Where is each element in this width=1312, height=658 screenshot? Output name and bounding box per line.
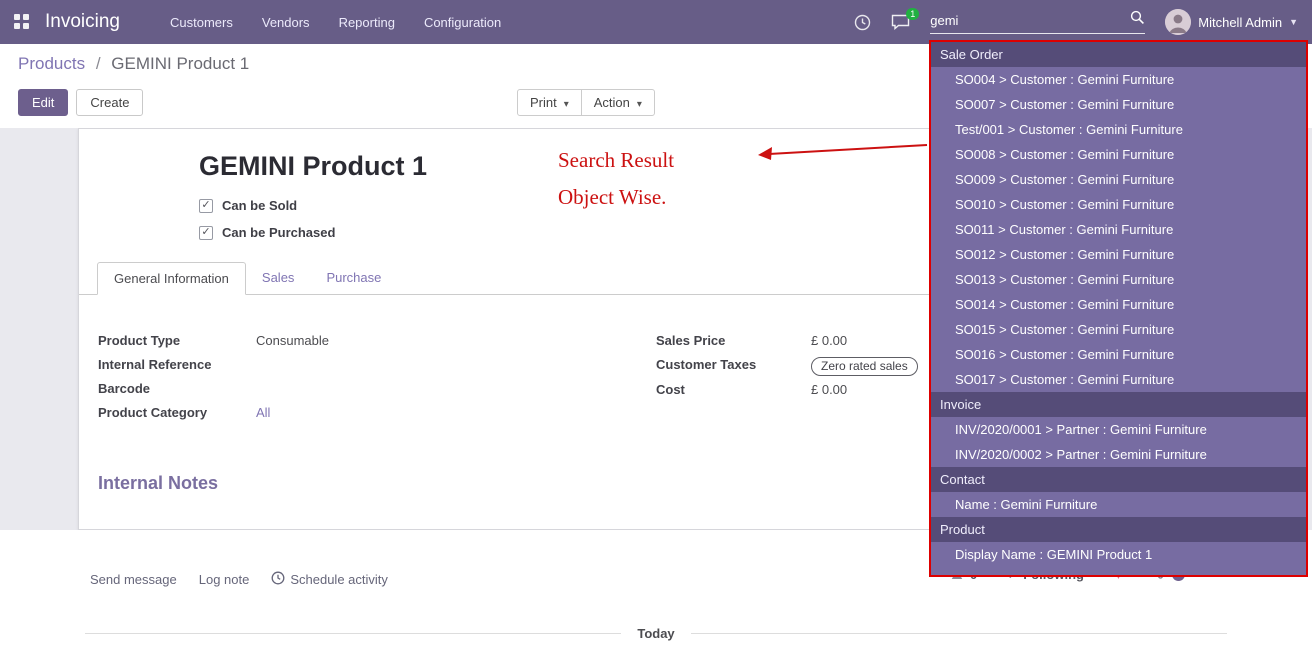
search-result-item[interactable]: SO010 > Customer : Gemini Furniture	[931, 192, 1306, 217]
search-result-item[interactable]: SO014 > Customer : Gemini Furniture	[931, 292, 1306, 317]
messages-chat-icon[interactable]: 1	[891, 14, 910, 30]
search-result-item[interactable]: SO008 > Customer : Gemini Furniture	[931, 142, 1306, 167]
product-category-link[interactable]: All	[256, 405, 270, 420]
customer-taxes-tag[interactable]: Zero rated sales	[811, 357, 918, 376]
search-results-dropdown: Sale Order SO004 > Customer : Gemini Fur…	[929, 40, 1308, 577]
tab-purchase[interactable]: Purchase	[310, 262, 397, 295]
chevron-down-icon	[564, 95, 569, 110]
menu-configuration[interactable]: Configuration	[424, 15, 501, 30]
search-result-item[interactable]: SO012 > Customer : Gemini Furniture	[931, 242, 1306, 267]
field-product-category: Product Category All	[98, 405, 656, 423]
search-result-item[interactable]: SO013 > Customer : Gemini Furniture	[931, 267, 1306, 292]
search-result-item[interactable]: Name : Gemini Furniture	[931, 492, 1306, 517]
field-product-type: Product Type Consumable	[98, 333, 656, 351]
can-be-sold-checkbox[interactable]	[199, 199, 213, 213]
action-button[interactable]: Action	[581, 89, 655, 116]
breadcrumb-products[interactable]: Products	[18, 54, 85, 73]
activities-clock-icon[interactable]	[854, 14, 871, 31]
tab-general-information[interactable]: General Information	[97, 262, 246, 295]
field-barcode: Barcode	[98, 381, 656, 399]
user-avatar	[1165, 9, 1191, 35]
edit-button[interactable]: Edit	[18, 89, 68, 116]
send-message-button[interactable]: Send message	[90, 572, 177, 587]
today-divider: Today	[85, 626, 1227, 641]
search-result-item[interactable]: Test/001 > Customer : Gemini Furniture	[931, 117, 1306, 142]
search-result-item[interactable]: Display Name : GEMINI Product 1	[931, 542, 1306, 567]
can-be-sold-label: Can be Sold	[222, 198, 297, 213]
can-be-purchased-label: Can be Purchased	[222, 225, 335, 240]
chevron-down-icon: ▼	[1289, 17, 1298, 27]
create-button[interactable]: Create	[76, 89, 143, 116]
schedule-activity-button[interactable]: Schedule activity	[271, 571, 388, 588]
user-name: Mitchell Admin	[1198, 15, 1282, 30]
breadcrumb: Products / GEMINI Product 1	[18, 54, 249, 74]
can-be-purchased-checkbox[interactable]	[199, 226, 213, 240]
search-result-item[interactable]: SO017 > Customer : Gemini Furniture	[931, 367, 1306, 392]
search-result-item[interactable]: INV/2020/0001 > Partner : Gemini Furnitu…	[931, 417, 1306, 442]
menu-vendors[interactable]: Vendors	[262, 15, 310, 30]
annotation-arrow	[755, 136, 933, 164]
search-group-invoice: Invoice	[931, 392, 1306, 417]
messages-count-badge: 1	[906, 8, 919, 20]
app-name[interactable]: Invoicing	[45, 11, 120, 33]
search-result-item[interactable]: SO015 > Customer : Gemini Furniture	[931, 317, 1306, 342]
apps-grid-icon[interactable]	[14, 14, 30, 30]
search-group-contact: Contact	[931, 467, 1306, 492]
search-result-item[interactable]: SO007 > Customer : Gemini Furniture	[931, 92, 1306, 117]
navbar-menus: Customers Vendors Reporting Configuratio…	[170, 15, 501, 30]
breadcrumb-current: GEMINI Product 1	[111, 54, 249, 73]
search-result-item[interactable]: SO011 > Customer : Gemini Furniture	[931, 217, 1306, 242]
log-note-button[interactable]: Log note	[199, 572, 250, 587]
annotation-text: Search Result Object Wise.	[558, 142, 674, 216]
search-result-item[interactable]: SO004 > Customer : Gemini Furniture	[931, 67, 1306, 92]
action-button-group: Print Action	[517, 89, 655, 116]
schedule-clock-icon	[271, 571, 285, 588]
navbar-search	[930, 10, 1145, 34]
search-icon[interactable]	[1130, 10, 1145, 30]
search-result-item[interactable]: INV/2020/0002 > Partner : Gemini Furnitu…	[931, 442, 1306, 467]
search-result-item[interactable]: SO009 > Customer : Gemini Furniture	[931, 167, 1306, 192]
search-input[interactable]	[930, 13, 1130, 28]
top-navbar: Invoicing Customers Vendors Reporting Co…	[0, 0, 1312, 44]
tab-sales[interactable]: Sales	[246, 262, 311, 295]
user-menu[interactable]: Mitchell Admin ▼	[1165, 9, 1298, 35]
breadcrumb-separator: /	[96, 54, 101, 73]
menu-customers[interactable]: Customers	[170, 15, 233, 30]
print-button[interactable]: Print	[517, 89, 582, 116]
menu-reporting[interactable]: Reporting	[339, 15, 395, 30]
chevron-down-icon	[637, 95, 642, 110]
search-group-product: Product	[931, 517, 1306, 542]
field-internal-reference: Internal Reference	[98, 357, 656, 375]
search-group-sale-order: Sale Order	[931, 42, 1306, 67]
search-result-item[interactable]: SO016 > Customer : Gemini Furniture	[931, 342, 1306, 367]
